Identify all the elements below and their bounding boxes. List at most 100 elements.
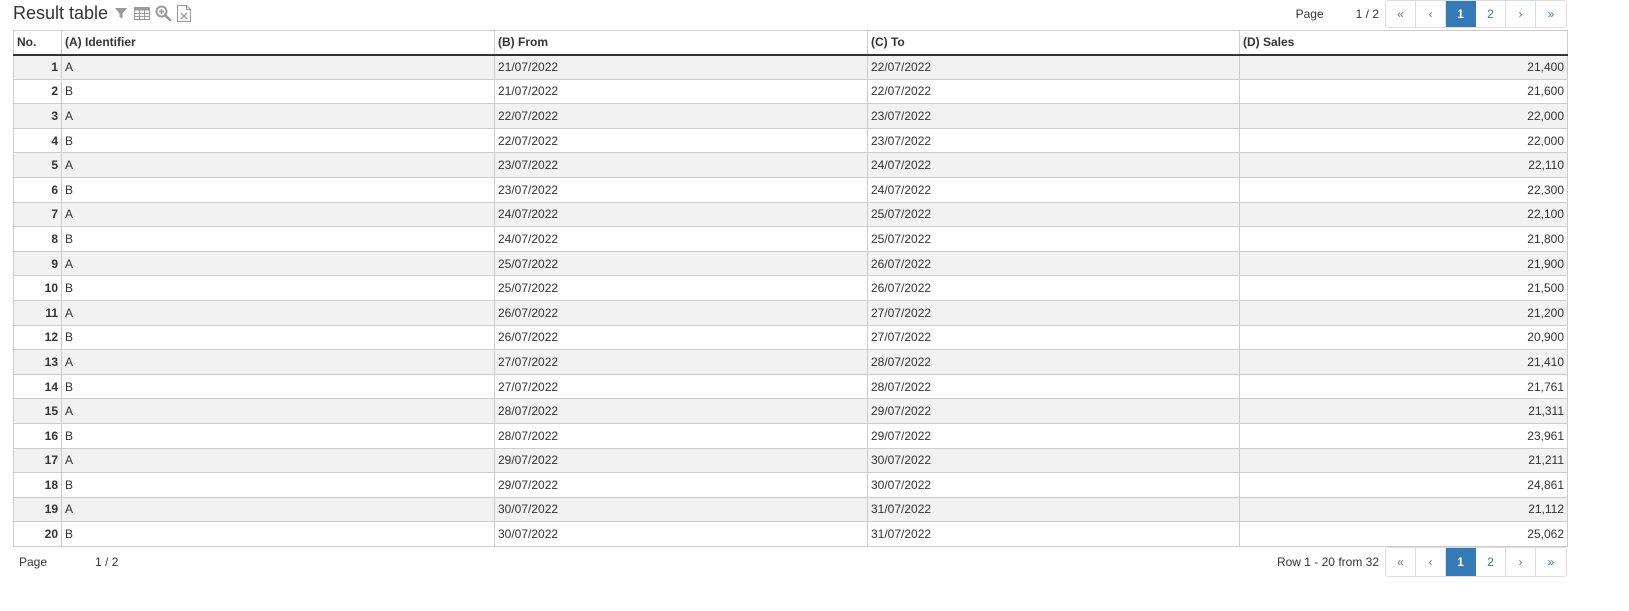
table-row[interactable]: 4 B 22/07/2022 23/07/2022 22,000: [13, 127, 1568, 154]
cell-sales: 21,400: [1239, 54, 1568, 80]
cell-no: 19: [13, 496, 62, 523]
col-header-from[interactable]: (B) From: [494, 30, 868, 56]
table-row[interactable]: 16 B 28/07/2022 29/07/2022 23,961: [13, 422, 1568, 449]
table-row[interactable]: 6 B 23/07/2022 24/07/2022 22,300: [13, 176, 1568, 203]
table-row[interactable]: 19 A 30/07/2022 31/07/2022 21,112: [13, 496, 1568, 523]
result-table-panel: Result table Page 1 / 2 « ‹ 1 2 › » No. …: [0, 0, 1629, 611]
cell-to: 24/07/2022: [867, 152, 1240, 178]
page-1-button[interactable]: 1: [1446, 548, 1476, 576]
table-icon[interactable]: [133, 4, 150, 22]
page-2-button[interactable]: 2: [1476, 1, 1506, 27]
top-pager: Page 1 / 2 « ‹ 1 2 › »: [1296, 0, 1567, 28]
first-page-button[interactable]: «: [1386, 548, 1416, 576]
page-count: 1 / 2: [95, 555, 119, 569]
table-row[interactable]: 20 B 30/07/2022 31/07/2022 25,062: [13, 521, 1568, 547]
cell-sales: 21,410: [1239, 349, 1568, 375]
cell-sales: 22,110: [1239, 152, 1568, 178]
table-row[interactable]: 8 B 24/07/2022 25/07/2022 21,800: [13, 226, 1568, 252]
filter-icon[interactable]: [112, 4, 129, 22]
cell-from: 26/07/2022: [494, 299, 868, 326]
last-page-button[interactable]: »: [1536, 548, 1566, 576]
table-row[interactable]: 3 A 22/07/2022 23/07/2022 22,000: [13, 103, 1568, 129]
next-page-button[interactable]: ›: [1506, 548, 1536, 576]
cell-identifier: B: [61, 521, 495, 547]
cell-identifier: A: [61, 152, 495, 178]
table-row[interactable]: 5 A 23/07/2022 24/07/2022 22,110: [13, 152, 1568, 178]
table-row[interactable]: 11 A 26/07/2022 27/07/2022 21,200: [13, 299, 1568, 326]
cell-no: 1: [13, 54, 62, 80]
cell-from: 22/07/2022: [494, 103, 868, 129]
cell-from: 25/07/2022: [494, 250, 868, 277]
cell-from: 23/07/2022: [494, 176, 868, 203]
cell-no: 10: [13, 275, 62, 301]
cell-to: 30/07/2022: [867, 447, 1240, 474]
table-row[interactable]: 13 A 27/07/2022 28/07/2022 21,410: [13, 349, 1568, 375]
zoom-icon[interactable]: [154, 4, 171, 22]
page-2-button[interactable]: 2: [1476, 548, 1506, 576]
cell-to: 25/07/2022: [867, 226, 1240, 252]
first-page-button[interactable]: «: [1386, 1, 1416, 27]
cell-identifier: B: [61, 373, 495, 400]
cell-identifier: A: [61, 349, 495, 375]
page-label: Page: [1295, 7, 1324, 21]
prev-page-button[interactable]: ‹: [1416, 1, 1446, 27]
cell-no: 18: [13, 472, 62, 498]
table-row[interactable]: 7 A 24/07/2022 25/07/2022 22,100: [13, 201, 1568, 228]
cell-from: 24/07/2022: [494, 201, 868, 228]
cell-to: 27/07/2022: [867, 299, 1240, 326]
page-title: Result table: [13, 3, 109, 23]
cell-from: 30/07/2022: [494, 496, 868, 523]
cell-identifier: A: [61, 54, 495, 80]
cell-to: 23/07/2022: [867, 127, 1240, 154]
page-1-button[interactable]: 1: [1446, 1, 1476, 27]
cell-no: 6: [13, 176, 62, 203]
next-page-button[interactable]: ›: [1506, 1, 1536, 27]
table-row[interactable]: 1 A 21/07/2022 22/07/2022 21,400: [13, 54, 1568, 80]
col-header-identifier[interactable]: (A) Identifier: [61, 30, 495, 56]
cell-identifier: B: [61, 275, 495, 301]
cell-to: 29/07/2022: [867, 422, 1240, 449]
table-row[interactable]: 17 A 29/07/2022 30/07/2022 21,211: [13, 447, 1568, 474]
cell-sales: 22,000: [1239, 127, 1568, 154]
table-row[interactable]: 10 B 25/07/2022 26/07/2022 21,500: [13, 275, 1568, 301]
cell-sales: 22,100: [1239, 201, 1568, 228]
cell-from: 21/07/2022: [494, 78, 868, 105]
table-row[interactable]: 2 B 21/07/2022 22/07/2022 21,600: [13, 78, 1568, 105]
title-group: Result table: [13, 2, 192, 24]
cell-identifier: B: [61, 422, 495, 449]
cell-no: 7: [13, 201, 62, 228]
cell-sales: 21,600: [1239, 78, 1568, 105]
cell-no: 14: [13, 373, 62, 400]
table-row[interactable]: 18 B 29/07/2022 30/07/2022 24,861: [13, 472, 1568, 498]
excel-icon[interactable]: [175, 4, 192, 22]
cell-to: 29/07/2022: [867, 398, 1240, 424]
cell-identifier: B: [61, 324, 495, 351]
cell-no: 13: [13, 349, 62, 375]
cell-sales: 23,961: [1239, 422, 1568, 449]
cell-from: 23/07/2022: [494, 152, 868, 178]
cell-identifier: A: [61, 299, 495, 326]
cell-from: 26/07/2022: [494, 324, 868, 351]
table-row[interactable]: 9 A 25/07/2022 26/07/2022 21,900: [13, 250, 1568, 277]
cell-sales: 25,062: [1239, 521, 1568, 547]
table-row[interactable]: 15 A 28/07/2022 29/07/2022 21,311: [13, 398, 1568, 424]
header-row: No. (A) Identifier (B) From (C) To (D) S…: [13, 30, 1568, 56]
cell-no: 11: [13, 299, 62, 326]
table-row[interactable]: 12 B 26/07/2022 27/07/2022 20,900: [13, 324, 1568, 351]
col-header-sales[interactable]: (D) Sales: [1239, 30, 1568, 56]
cell-no: 8: [13, 226, 62, 252]
cell-to: 23/07/2022: [867, 103, 1240, 129]
last-page-button[interactable]: »: [1536, 1, 1566, 27]
col-header-to[interactable]: (C) To: [867, 30, 1240, 56]
cell-to: 30/07/2022: [867, 472, 1240, 498]
cell-no: 16: [13, 422, 62, 449]
table-row[interactable]: 14 B 27/07/2022 28/07/2022 21,761: [13, 373, 1568, 400]
table-body: 1 A 21/07/2022 22/07/2022 21,400 2 B 21/07/2022…: [13, 54, 1568, 547]
col-header-no[interactable]: No.: [13, 30, 62, 56]
cell-no: 15: [13, 398, 62, 424]
cell-from: 22/07/2022: [494, 127, 868, 154]
cell-identifier: B: [61, 78, 495, 105]
cell-no: 17: [13, 447, 62, 474]
prev-page-button[interactable]: ‹: [1416, 548, 1446, 576]
cell-identifier: A: [61, 496, 495, 523]
